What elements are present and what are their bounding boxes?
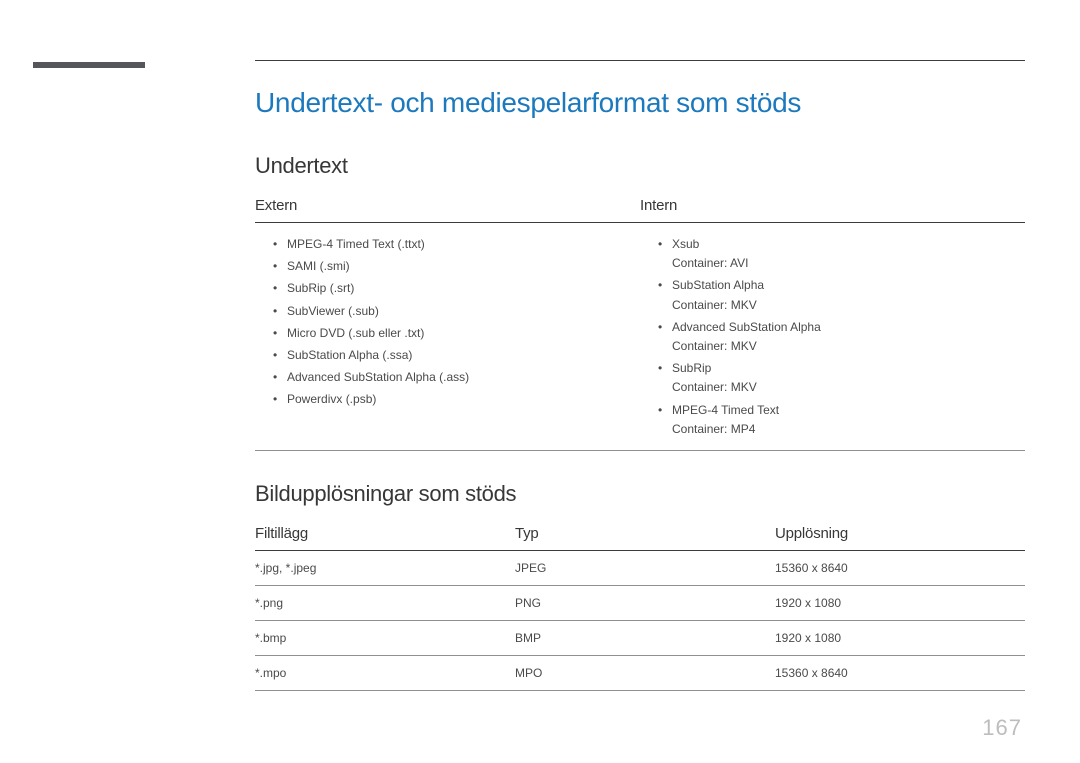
list-item: •Micro DVD (.sub eller .txt) xyxy=(255,322,640,344)
list-item-subtext: Container: MKV xyxy=(640,379,1025,398)
cell-type: PNG xyxy=(515,596,775,610)
image-table-header-ext: Filtillägg xyxy=(255,525,515,542)
bullet-icon: • xyxy=(273,369,287,385)
page-content: Undertext- och mediespelarformat som stö… xyxy=(255,60,1025,721)
cell-type: BMP xyxy=(515,631,775,645)
cell-res: 15360 x 8640 xyxy=(775,666,1025,680)
list-item-label: SubRip (.srt) xyxy=(287,280,640,296)
bullet-icon: • xyxy=(273,347,287,363)
bullet-icon: • xyxy=(658,402,672,418)
list-item: •SubStation Alpha xyxy=(640,274,1025,296)
bullet-icon: • xyxy=(273,236,287,252)
list-item-label: SAMI (.smi) xyxy=(287,258,640,274)
list-item-label: MPEG-4 Timed Text (.ttxt) xyxy=(287,236,640,252)
subtitle-section: Undertext Extern •MPEG-4 Timed Text (.tt… xyxy=(255,153,1025,451)
cell-type: JPEG xyxy=(515,561,775,575)
extern-column: Extern •MPEG-4 Timed Text (.ttxt)•SAMI (… xyxy=(255,193,640,440)
list-item-subtext: Container: MKV xyxy=(640,338,1025,357)
subtitle-columns: Extern •MPEG-4 Timed Text (.ttxt)•SAMI (… xyxy=(255,193,1025,440)
cell-res: 15360 x 8640 xyxy=(775,561,1025,575)
list-item-label: SubRip xyxy=(672,360,1025,376)
intern-list: •XsubContainer: AVI•SubStation AlphaCont… xyxy=(640,223,1025,440)
list-item: •MPEG-4 Timed Text xyxy=(640,399,1025,421)
list-item: •SubRip (.srt) xyxy=(255,277,640,299)
list-item: •SubViewer (.sub) xyxy=(255,300,640,322)
cell-ext: *.jpg, *.jpeg xyxy=(255,561,515,575)
list-item-label: Powerdivx (.psb) xyxy=(287,391,640,407)
cell-ext: *.bmp xyxy=(255,631,515,645)
list-item: •Xsub xyxy=(640,233,1025,255)
table-row: *.mpoMPO15360 x 8640 xyxy=(255,656,1025,691)
image-table-headers: Filtillägg Typ Upplösning xyxy=(255,521,1025,550)
list-item-label: Advanced SubStation Alpha xyxy=(672,319,1025,335)
list-item-subtext: Container: MP4 xyxy=(640,421,1025,440)
bullet-icon: • xyxy=(273,325,287,341)
bullet-icon: • xyxy=(273,258,287,274)
list-item: •SubRip xyxy=(640,357,1025,379)
image-resolution-section: Bildupplösningar som stöds Filtillägg Ty… xyxy=(255,481,1025,691)
subtitle-section-bottom-rule xyxy=(255,450,1025,451)
cell-res: 1920 x 1080 xyxy=(775,596,1025,610)
extern-list: •MPEG-4 Timed Text (.ttxt)•SAMI (.smi)•S… xyxy=(255,223,640,411)
image-table-header-res: Upplösning xyxy=(775,525,1025,542)
subtitle-section-heading: Undertext xyxy=(255,153,1025,179)
list-item: •SAMI (.smi) xyxy=(255,255,640,277)
list-item-subtext: Container: AVI xyxy=(640,255,1025,274)
list-item-label: SubStation Alpha xyxy=(672,277,1025,293)
bullet-icon: • xyxy=(658,360,672,376)
bullet-icon: • xyxy=(273,303,287,319)
cell-ext: *.png xyxy=(255,596,515,610)
list-item: •MPEG-4 Timed Text (.ttxt) xyxy=(255,233,640,255)
bullet-icon: • xyxy=(658,319,672,335)
list-item-label: SubStation Alpha (.ssa) xyxy=(287,347,640,363)
list-item: •Advanced SubStation Alpha xyxy=(640,316,1025,338)
list-item-label: SubViewer (.sub) xyxy=(287,303,640,319)
list-item: •SubStation Alpha (.ssa) xyxy=(255,344,640,366)
list-item-label: Xsub xyxy=(672,236,1025,252)
table-row: *.bmpBMP1920 x 1080 xyxy=(255,621,1025,656)
list-item: •Advanced SubStation Alpha (.ass) xyxy=(255,366,640,388)
list-item-label: MPEG-4 Timed Text xyxy=(672,402,1025,418)
cell-type: MPO xyxy=(515,666,775,680)
bullet-icon: • xyxy=(658,277,672,293)
main-heading: Undertext- och mediespelarformat som stö… xyxy=(255,87,1025,119)
bullet-icon: • xyxy=(273,280,287,296)
list-item-subtext: Container: MKV xyxy=(640,297,1025,316)
top-rule xyxy=(255,60,1025,61)
bullet-icon: • xyxy=(273,391,287,407)
table-row: *.jpg, *.jpegJPEG15360 x 8640 xyxy=(255,551,1025,586)
cell-ext: *.mpo xyxy=(255,666,515,680)
cell-res: 1920 x 1080 xyxy=(775,631,1025,645)
image-table-body: *.jpg, *.jpegJPEG15360 x 8640*.pngPNG192… xyxy=(255,551,1025,691)
page-tab-marker xyxy=(33,62,145,68)
list-item: •Powerdivx (.psb) xyxy=(255,388,640,410)
page-number: 167 xyxy=(982,715,1022,741)
image-table-header-type: Typ xyxy=(515,525,775,542)
bullet-icon: • xyxy=(658,236,672,252)
list-item-label: Micro DVD (.sub eller .txt) xyxy=(287,325,640,341)
table-row: *.pngPNG1920 x 1080 xyxy=(255,586,1025,621)
image-resolution-heading: Bildupplösningar som stöds xyxy=(255,481,1025,507)
list-item-label: Advanced SubStation Alpha (.ass) xyxy=(287,369,640,385)
extern-header: Extern xyxy=(255,193,640,222)
intern-header: Intern xyxy=(640,193,1025,222)
intern-column: Intern •XsubContainer: AVI•SubStation Al… xyxy=(640,193,1025,440)
